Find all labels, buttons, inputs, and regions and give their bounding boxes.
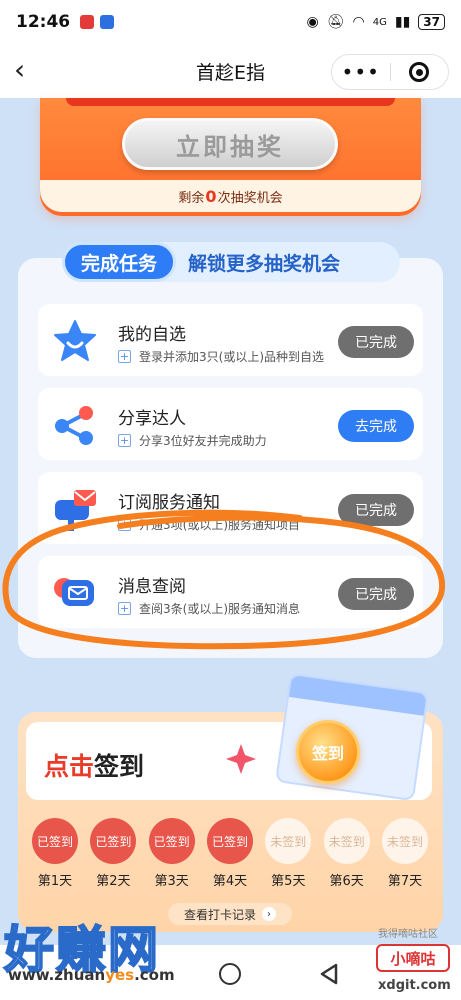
task-desc: + 查阅3条(或以上)服务通知消息 <box>118 600 300 617</box>
task-title: 消息查阅 <box>118 577 186 597</box>
task-desc-text: 开通3项(或以上)服务通知项目 <box>139 518 300 532</box>
sign-in-title-red: 点击 <box>44 752 95 781</box>
sign-in-days: 已签到 第1天 已签到 第2天 已签到 第3天 已签到 第4天 未签到 第5天 … <box>30 818 430 889</box>
plus-icon: + <box>118 602 131 615</box>
home-circle-icon[interactable] <box>219 963 241 985</box>
sign-in-badge-button[interactable]: 签到 <box>296 720 360 784</box>
task-status-button[interactable]: 去完成 <box>338 410 414 442</box>
task-title: 订阅服务通知 <box>118 493 220 513</box>
task-desc: + 分享3位好友并完成助力 <box>118 432 267 449</box>
sign-in-day: 未签到 第7天 <box>380 818 430 889</box>
watermark-url-c: .com <box>134 966 175 984</box>
plus-icon: + <box>118 434 131 447</box>
remaining-prefix: 剩余 <box>178 190 205 206</box>
day-status: 已签到 <box>90 818 137 864</box>
day-label: 第2天 <box>96 874 131 889</box>
nav-bar: ‹ 首趁E指 ••• <box>0 44 461 98</box>
watermark-url: www.zhuanyes.com <box>8 966 175 984</box>
tasks-header-badge: 完成任务 <box>62 242 177 282</box>
eye-icon: ◉ <box>306 14 319 30</box>
mailbox-icon <box>55 490 96 531</box>
watermark-domain: xdgit.com <box>378 978 451 993</box>
task-desc-text: 分享3位好友并完成助力 <box>139 434 267 448</box>
sign-in-day: 已签到 第4天 <box>205 818 255 889</box>
star-face-icon <box>54 320 96 361</box>
sign-in-title-rest: 签到 <box>94 752 145 781</box>
mini-program-capsule: ••• <box>331 54 449 90</box>
sign-in-day: 已签到 第2天 <box>88 818 138 889</box>
day-label: 第1天 <box>37 874 73 889</box>
day-status: 已签到 <box>206 818 253 864</box>
mute-icon: 🔕︎ <box>326 14 345 30</box>
status-icons: ◉ 🔕︎ ◠ 4G ▮▮ 37 <box>307 14 445 30</box>
task-card-subscribe: 订阅服务通知 + 开通3项(或以上)服务通知项目 已完成 <box>38 472 423 544</box>
task-status-button[interactable]: 已完成 <box>338 326 414 358</box>
task-desc: + 登录并添加3只(或以上)品种到自选 <box>118 348 324 365</box>
wifi-icon: ◠ <box>352 14 365 30</box>
close-miniprogram-icon[interactable] <box>390 62 448 82</box>
task-card-share: 分享达人 + 分享3位好友并完成助力 去完成 <box>38 388 423 460</box>
lottery-card-top <box>66 98 395 106</box>
task-card-watchlist: 我的自选 + 登录并添加3只(或以上)品种到自选 已完成 <box>38 304 423 376</box>
day-status: 未签到 <box>323 818 370 864</box>
share-icon <box>55 406 93 445</box>
task-desc: + 开通3项(或以上)服务通知项目 <box>118 516 300 533</box>
day-label: 第6天 <box>329 874 364 889</box>
day-label: 第7天 <box>387 874 423 889</box>
chevron-right-icon: › <box>262 907 276 921</box>
watermark-community: 我得嘀咕社区 <box>378 929 438 940</box>
task-status-button[interactable]: 已完成 <box>338 494 414 526</box>
sign-in-day: 已签到 第1天 <box>30 818 80 889</box>
notification-app-icon <box>100 15 115 29</box>
view-records-button[interactable]: 查看打卡记录 › <box>168 903 292 925</box>
task-desc-text: 查阅3条(或以上)服务通知消息 <box>139 602 300 616</box>
day-label: 第3天 <box>154 874 189 889</box>
sparkle-star-icon <box>226 744 256 774</box>
day-status: 未签到 <box>381 818 428 864</box>
task-status-button[interactable]: 已完成 <box>338 578 414 610</box>
tasks-header-subtitle: 解锁更多抽奖机会 <box>188 252 341 275</box>
watermark-badge: 小嘀咕 <box>376 944 450 972</box>
notification-app-icon <box>80 15 95 29</box>
day-label: 第5天 <box>271 874 306 889</box>
tasks-header: 完成任务 解锁更多抽奖机会 <box>62 242 400 282</box>
back-triangle-icon[interactable] <box>318 962 340 986</box>
signal-icon: ▮▮ <box>394 14 411 30</box>
day-label: 第4天 <box>212 874 248 889</box>
back-chevron-icon[interactable]: ‹ <box>14 56 25 84</box>
task-title: 我的自选 <box>118 325 186 345</box>
network-type: 4G <box>372 16 387 28</box>
status-bar: 12:46 ◉ 🔕︎ ◠ 4G ▮▮ 37 <box>0 0 461 44</box>
remaining-suffix: 次抽奖机会 <box>217 190 283 206</box>
task-card-messages: 消息查阅 + 查阅3条(或以上)服务通知消息 已完成 <box>38 556 423 628</box>
battery-icon: 37 <box>418 14 445 30</box>
watermark-url-a: www.zhuan <box>8 966 106 984</box>
page-title: 首趁E指 <box>195 61 265 84</box>
watermark-url-b: yes <box>105 966 135 984</box>
message-icon <box>54 578 94 606</box>
sign-in-day: 未签到 第6天 <box>322 818 372 889</box>
plus-icon: + <box>118 350 131 363</box>
plus-icon: + <box>118 518 131 531</box>
task-desc-text: 登录并添加3只(或以上)品种到自选 <box>139 350 324 364</box>
sign-in-day: 未签到 第5天 <box>263 818 313 889</box>
day-status: 已签到 <box>148 818 195 864</box>
sign-in-day: 已签到 第3天 <box>147 818 197 889</box>
draw-lottery-button[interactable]: 立即抽奖 <box>122 118 338 170</box>
more-icon[interactable]: ••• <box>332 62 390 82</box>
remaining-count: 0 <box>205 186 217 206</box>
task-title: 分享达人 <box>118 409 186 429</box>
view-records-label: 查看打卡记录 <box>183 907 256 922</box>
status-time: 12:46 <box>16 12 71 32</box>
day-status[interactable]: 未签到 <box>265 818 312 864</box>
remaining-chances: 剩余 0 次抽奖机会 <box>40 180 421 212</box>
sign-in-title: 点击签到 <box>44 747 144 783</box>
day-status: 已签到 <box>32 818 78 864</box>
